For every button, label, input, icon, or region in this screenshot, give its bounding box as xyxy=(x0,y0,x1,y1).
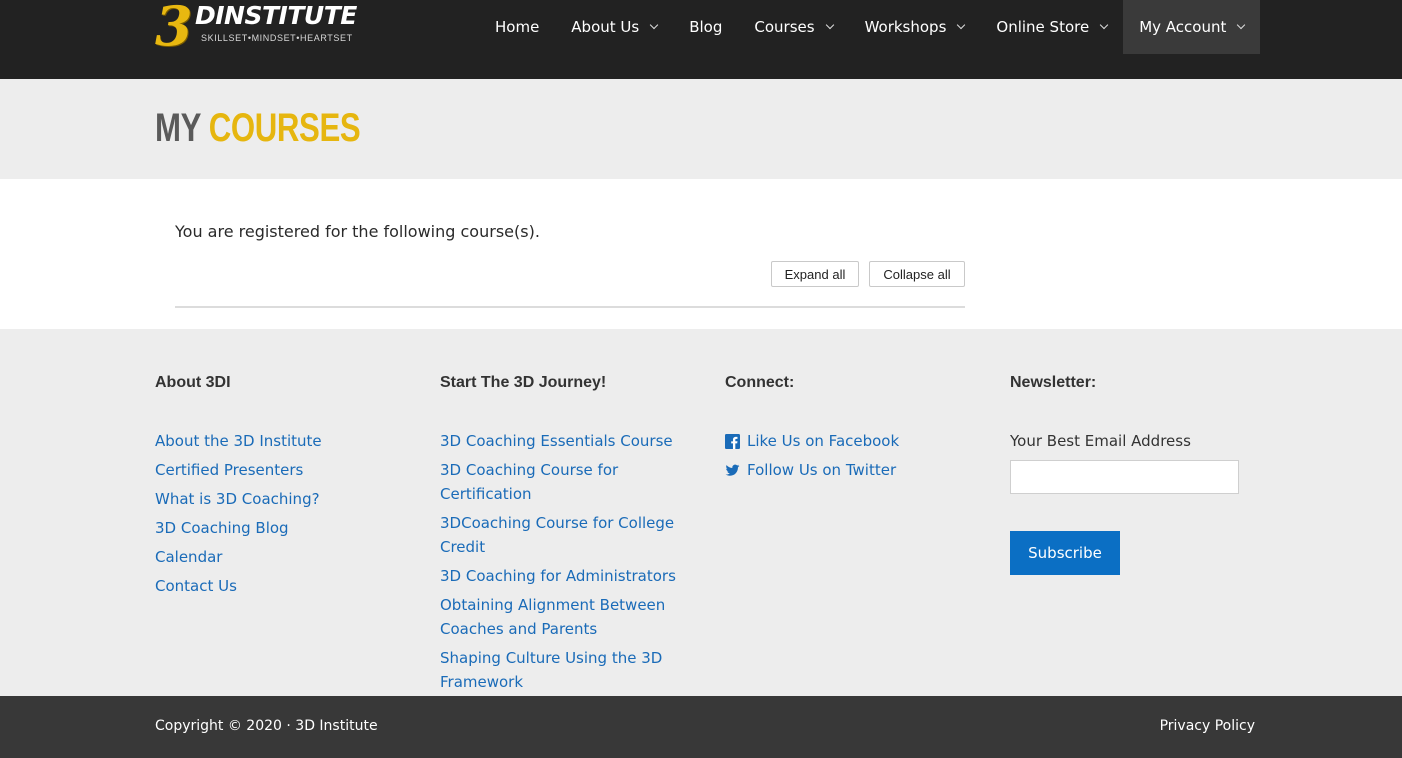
privacy-policy-link[interactable]: Privacy Policy xyxy=(1160,718,1255,734)
footer-link-what-is-3d-coaching[interactable]: What is 3D Coaching? xyxy=(155,487,415,511)
nav-workshops-label: Workshops xyxy=(864,18,947,36)
nav-courses-label: Courses xyxy=(754,18,815,36)
footer-about-widget: About 3DI About the 3D Institute Certifi… xyxy=(155,373,415,603)
main-content: You are registered for the following cou… xyxy=(0,179,1402,329)
page-title-band: MY COURSES xyxy=(0,79,1402,179)
site-footer-bar: Copyright © 2020 · 3D Institute Privacy … xyxy=(0,696,1402,758)
logo-mark: 3 xyxy=(155,0,193,58)
footer-journey-widget: Start The 3D Journey! 3D Coaching Essent… xyxy=(440,373,685,699)
chevron-down-icon xyxy=(1237,20,1246,30)
footer-link-shaping-culture[interactable]: Shaping Culture Using the 3D Framework xyxy=(440,646,685,694)
footer-link-contact-us[interactable]: Contact Us xyxy=(155,574,415,598)
footer-link-essentials-course[interactable]: 3D Coaching Essentials Course xyxy=(440,429,685,453)
chevron-down-icon xyxy=(825,20,834,30)
newsletter-email-field[interactable] xyxy=(1010,460,1239,494)
registration-intro: You are registered for the following cou… xyxy=(175,222,540,241)
chevron-down-icon xyxy=(1099,20,1109,30)
footer-journey-heading: Start The 3D Journey! xyxy=(440,374,607,391)
page-title: MY COURSES xyxy=(155,105,361,151)
chevron-down-icon xyxy=(649,20,659,30)
footer-link-college-credit-course[interactable]: 3DCoaching Course for College Credit xyxy=(440,511,685,559)
nav-about-us[interactable]: About Us xyxy=(555,0,673,54)
subscribe-button[interactable]: Subscribe xyxy=(1010,531,1120,575)
footer-link-certification-course[interactable]: 3D Coaching Course for Certification xyxy=(440,458,685,506)
footer-newsletter-heading: Newsletter: xyxy=(1010,374,1097,391)
facebook-link[interactable]: Like Us on Facebook xyxy=(725,429,985,453)
nav-online-store[interactable]: Online Store xyxy=(980,0,1123,54)
twitter-link-label: Follow Us on Twitter xyxy=(747,461,897,479)
nav-blog-label: Blog xyxy=(689,18,723,36)
nav-online-store-label: Online Store xyxy=(996,18,1090,36)
course-list-divider xyxy=(175,306,965,308)
page-title-part1: MY xyxy=(155,106,209,150)
nav-my-account-label: My Account xyxy=(1139,18,1227,36)
nav-blog[interactable]: Blog xyxy=(673,0,738,54)
newsletter-email-label: Your Best Email Address xyxy=(1010,432,1191,450)
footer-connect-widget: Connect: Like Us on Facebook Follow Us o… xyxy=(725,373,985,487)
footer-link-about-institute[interactable]: About the 3D Institute xyxy=(155,429,415,453)
main-nav: Home About Us Blog Courses Workshops Onl… xyxy=(479,0,1261,54)
chevron-down-icon xyxy=(957,20,966,30)
footer-link-obtaining-alignment[interactable]: Obtaining Alignment Between Coaches and … xyxy=(440,593,685,641)
footer-link-administrators[interactable]: 3D Coaching for Administrators xyxy=(440,564,685,588)
page-title-part2: COURSES xyxy=(208,106,361,150)
twitter-link[interactable]: Follow Us on Twitter xyxy=(725,458,985,482)
footer-about-heading: About 3DI xyxy=(155,374,231,391)
logo-wordmark: DINSTITUTE xyxy=(195,1,357,30)
logo-tagline: SKILLSET•MINDSET•HEARTSET xyxy=(201,33,353,43)
footer-link-calendar[interactable]: Calendar xyxy=(155,545,415,569)
copyright-text: Copyright © 2020 · 3D Institute xyxy=(155,718,378,734)
site-logo[interactable]: 3 DINSTITUTE SKILLSET•MINDSET•HEARTSET xyxy=(155,0,370,56)
footer-newsletter-widget: Newsletter: Your Best Email Address Subs… xyxy=(1010,373,1270,575)
footer-link-certified-presenters[interactable]: Certified Presenters xyxy=(155,458,415,482)
nav-workshops[interactable]: Workshops xyxy=(849,0,981,54)
site-header: 3 DINSTITUTE SKILLSET•MINDSET•HEARTSET H… xyxy=(0,0,1402,79)
nav-home-label: Home xyxy=(495,18,540,36)
footer-link-blog[interactable]: 3D Coaching Blog xyxy=(155,516,415,540)
collapse-all-button[interactable]: Collapse all xyxy=(869,261,965,287)
facebook-link-label: Like Us on Facebook xyxy=(747,432,900,450)
nav-home[interactable]: Home xyxy=(479,0,555,54)
nav-courses[interactable]: Courses xyxy=(738,0,848,54)
nav-my-account[interactable]: My Account xyxy=(1123,0,1261,54)
twitter-icon xyxy=(725,464,740,476)
facebook-icon xyxy=(725,433,740,449)
footer-connect-heading: Connect: xyxy=(725,374,795,391)
expand-all-button[interactable]: Expand all xyxy=(771,261,859,287)
nav-about-us-label: About Us xyxy=(571,18,640,36)
